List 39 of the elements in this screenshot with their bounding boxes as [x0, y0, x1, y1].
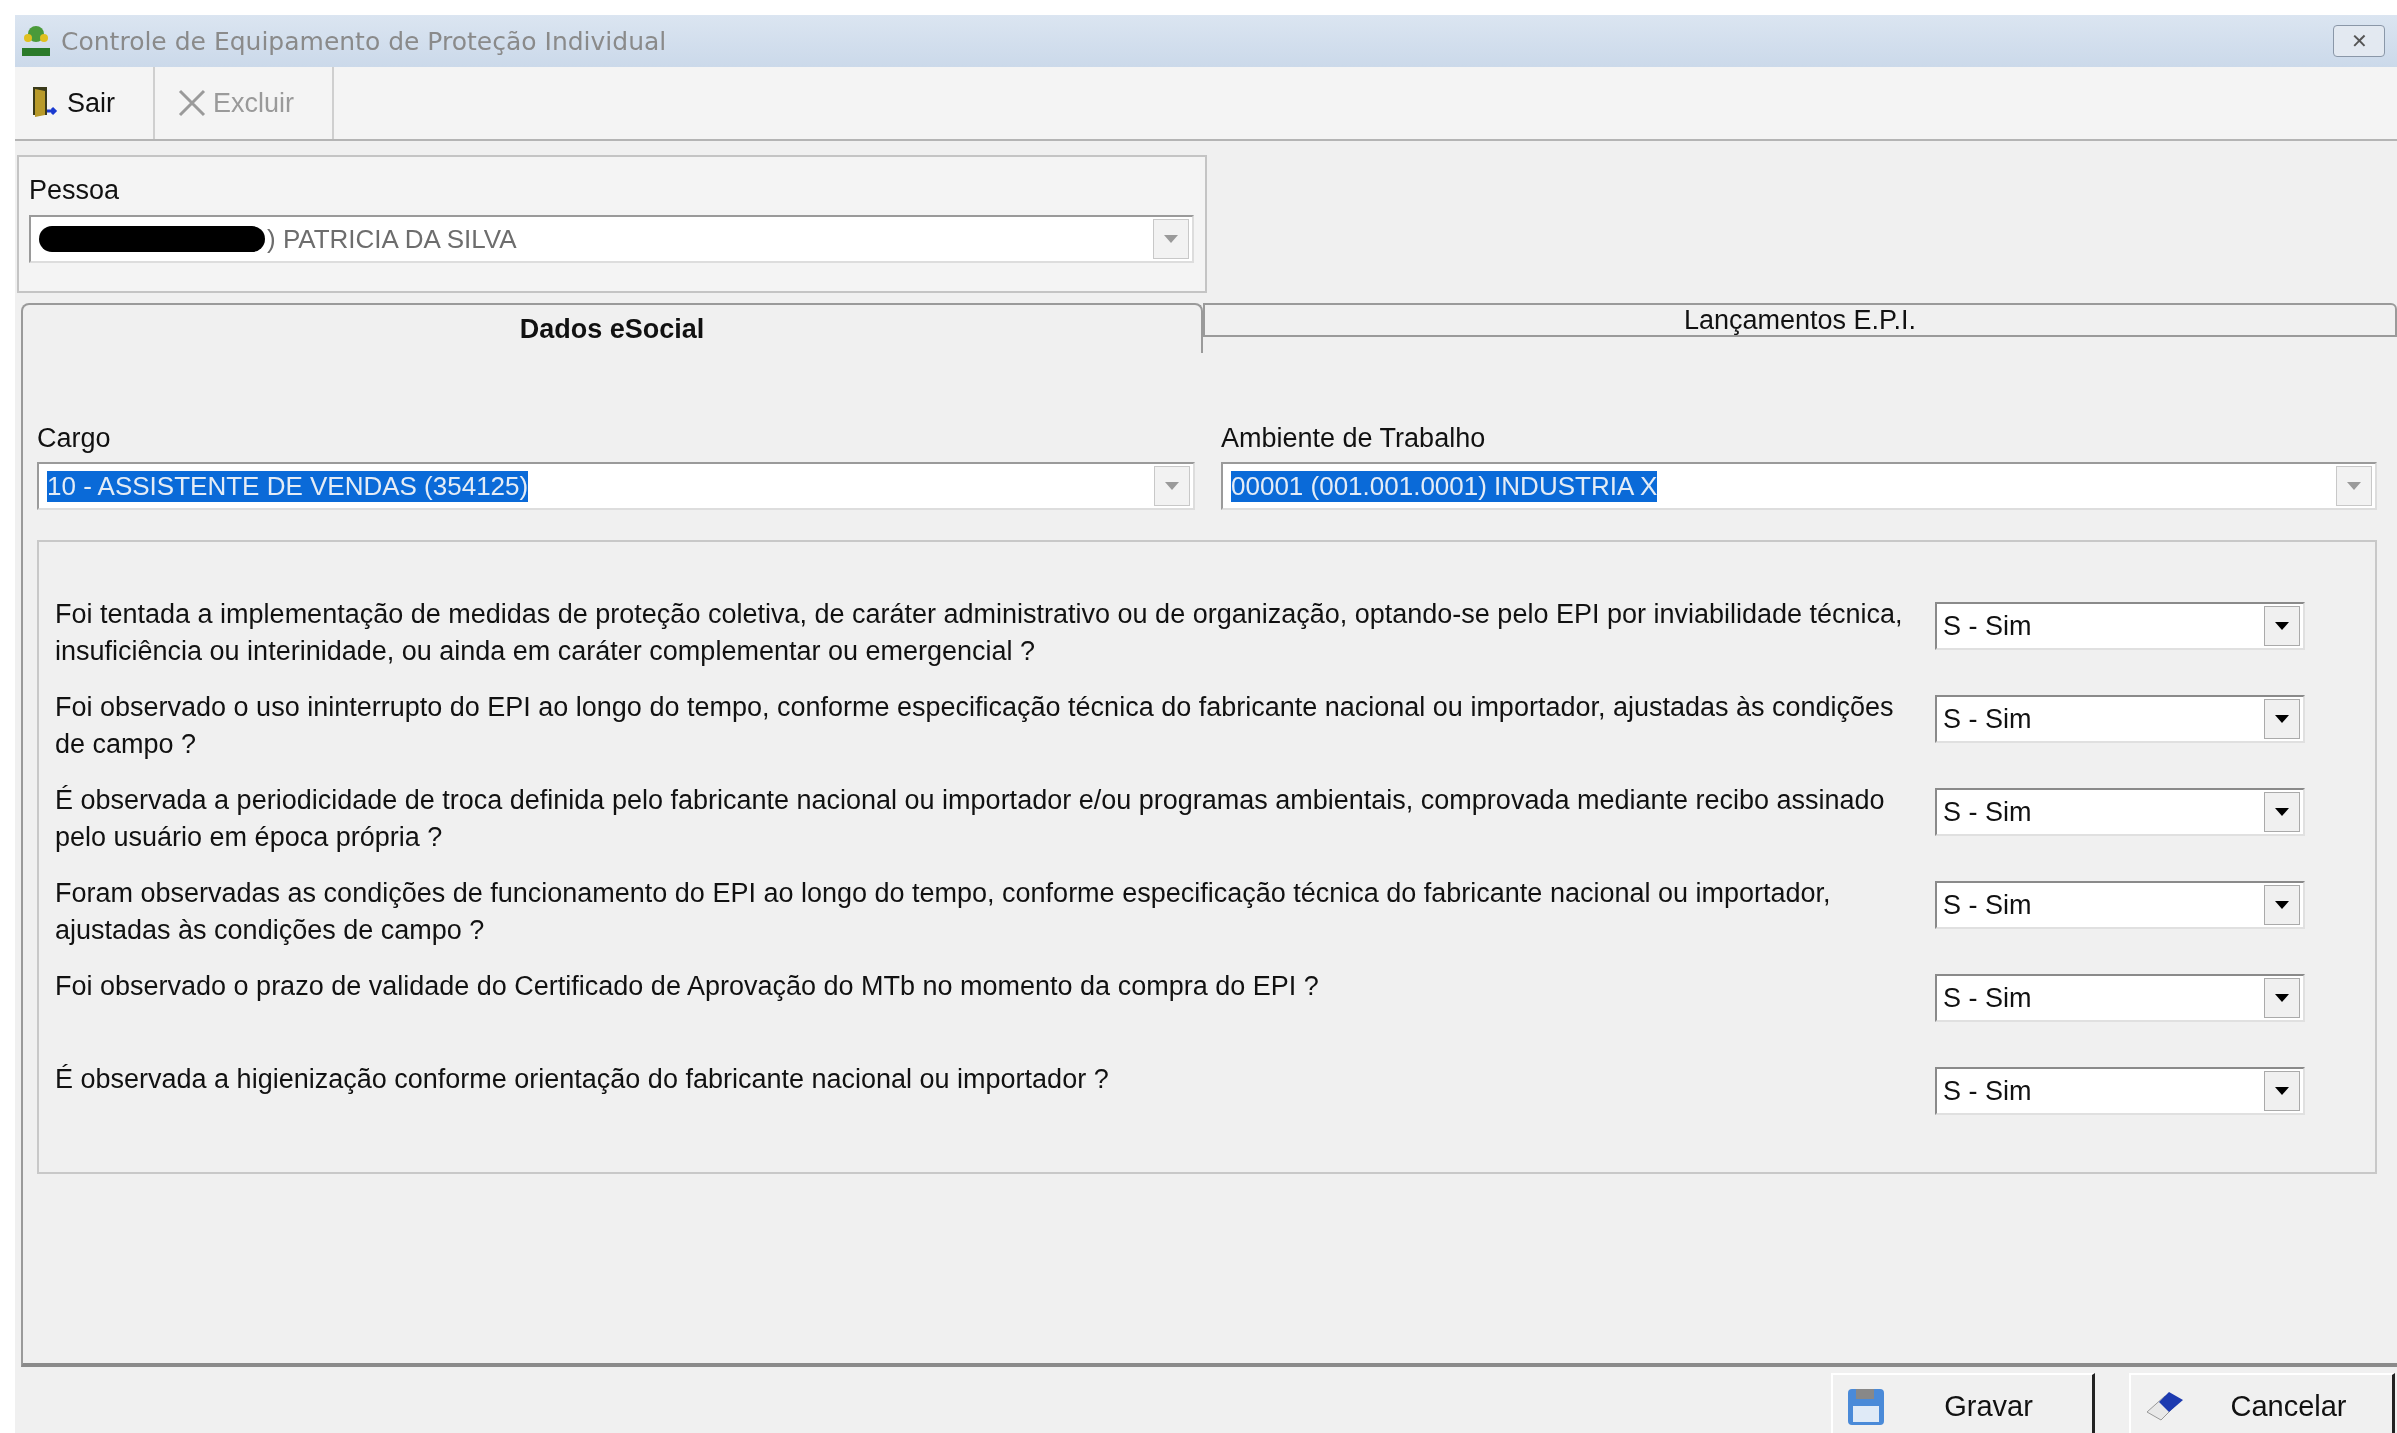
tab[interactable]: Dados eSocial [21, 303, 1203, 353]
save-button[interactable]: Gravar [1831, 1373, 2095, 1433]
dropdown-arrow-icon [2275, 715, 2289, 723]
dropdown-arrow-icon [2275, 1087, 2289, 1095]
dropdown-arrow-icon [2275, 622, 2289, 630]
window-title: Controle de Equipamento de Proteção Individual [61, 26, 667, 56]
dropdown-field[interactable]: 10 - ASSISTENTE DE VENDAS (354125) [37, 462, 1195, 510]
dropdown-field[interactable]: 00001 (001.001.0001) INDUSTRIA X [1221, 462, 2377, 510]
close-icon [177, 88, 207, 118]
field-value: 00001 (001.001.0001) INDUSTRIA X [1231, 470, 1658, 502]
answer-select[interactable]: S - Sim [1935, 602, 2305, 650]
question-text: Foram observadas as condições de funcionamento do EPI ao longo do tempo, conforme especificação técnica do fabricante nacional ou importador, ajustadas às condições de campo ? [55, 877, 1832, 947]
field-label: Cargo [37, 423, 112, 454]
tab[interactable]: Lançamentos E.P.I. [1203, 303, 2397, 337]
question-text: Foi observado o prazo de validade do Certificado de Aprovação do MTb no momento da compra do EPI ? [55, 970, 1320, 1003]
dropdown-arrow-icon [1165, 482, 1179, 490]
app-icon [19, 24, 53, 58]
toolbar-button[interactable]: Sair [15, 67, 155, 139]
question-text: É observada a higienização conforme orientação do fabricante nacional ou importador ? [55, 1063, 1110, 1096]
cancel-button[interactable]: Cancelar [2129, 1373, 2395, 1433]
dropdown-arrow-icon [2347, 482, 2361, 490]
field-label: Pessoa [29, 175, 121, 207]
dropdown-field[interactable]: ) PATRICIA DA SILVA [29, 215, 1194, 263]
dropdown-arrow-icon [1164, 235, 1178, 243]
dropdown-arrow-icon [2275, 808, 2289, 816]
answer-select[interactable]: S - Sim [1935, 1067, 2305, 1115]
answer-select[interactable]: S - Sim [1935, 881, 2305, 929]
field-value: ) PATRICIA DA SILVA [267, 223, 517, 255]
answer-select[interactable]: S - Sim [1935, 695, 2305, 743]
dropdown-arrow-icon [2275, 901, 2289, 909]
field-label: Ambiente de Trabalho [1221, 423, 1487, 454]
dropdown-arrow-icon [2275, 994, 2289, 1002]
question-text: É observada a periodicidade de troca definida pelo fabricante nacional ou importador e/ou programas ambientais, comprovada mediante recibo assinado pelo usuário em época própria ? [55, 784, 1886, 854]
question-text: Foi observado o uso ininterrupto do EPI ao longo do tempo, conforme especificação técnica do fabricante nacional ou importador, ajustadas às condições de campo ? [55, 691, 1895, 761]
answer-select[interactable]: S - Sim [1935, 974, 2305, 1022]
close-button[interactable]: ✕ [2333, 25, 2385, 57]
field-value: 10 - ASSISTENTE DE VENDAS (354125) [47, 470, 529, 502]
question-text: Foi tentada a implementação de medidas de proteção coletiva, de caráter administrativo ou de organização, optando-se pelo EPI por inviabilidade técnica, insuficiência ou interinidade, ou ainda em caráter complementar ou emergencial ? [55, 598, 1904, 668]
answer-select[interactable]: S - Sim [1935, 788, 2305, 836]
